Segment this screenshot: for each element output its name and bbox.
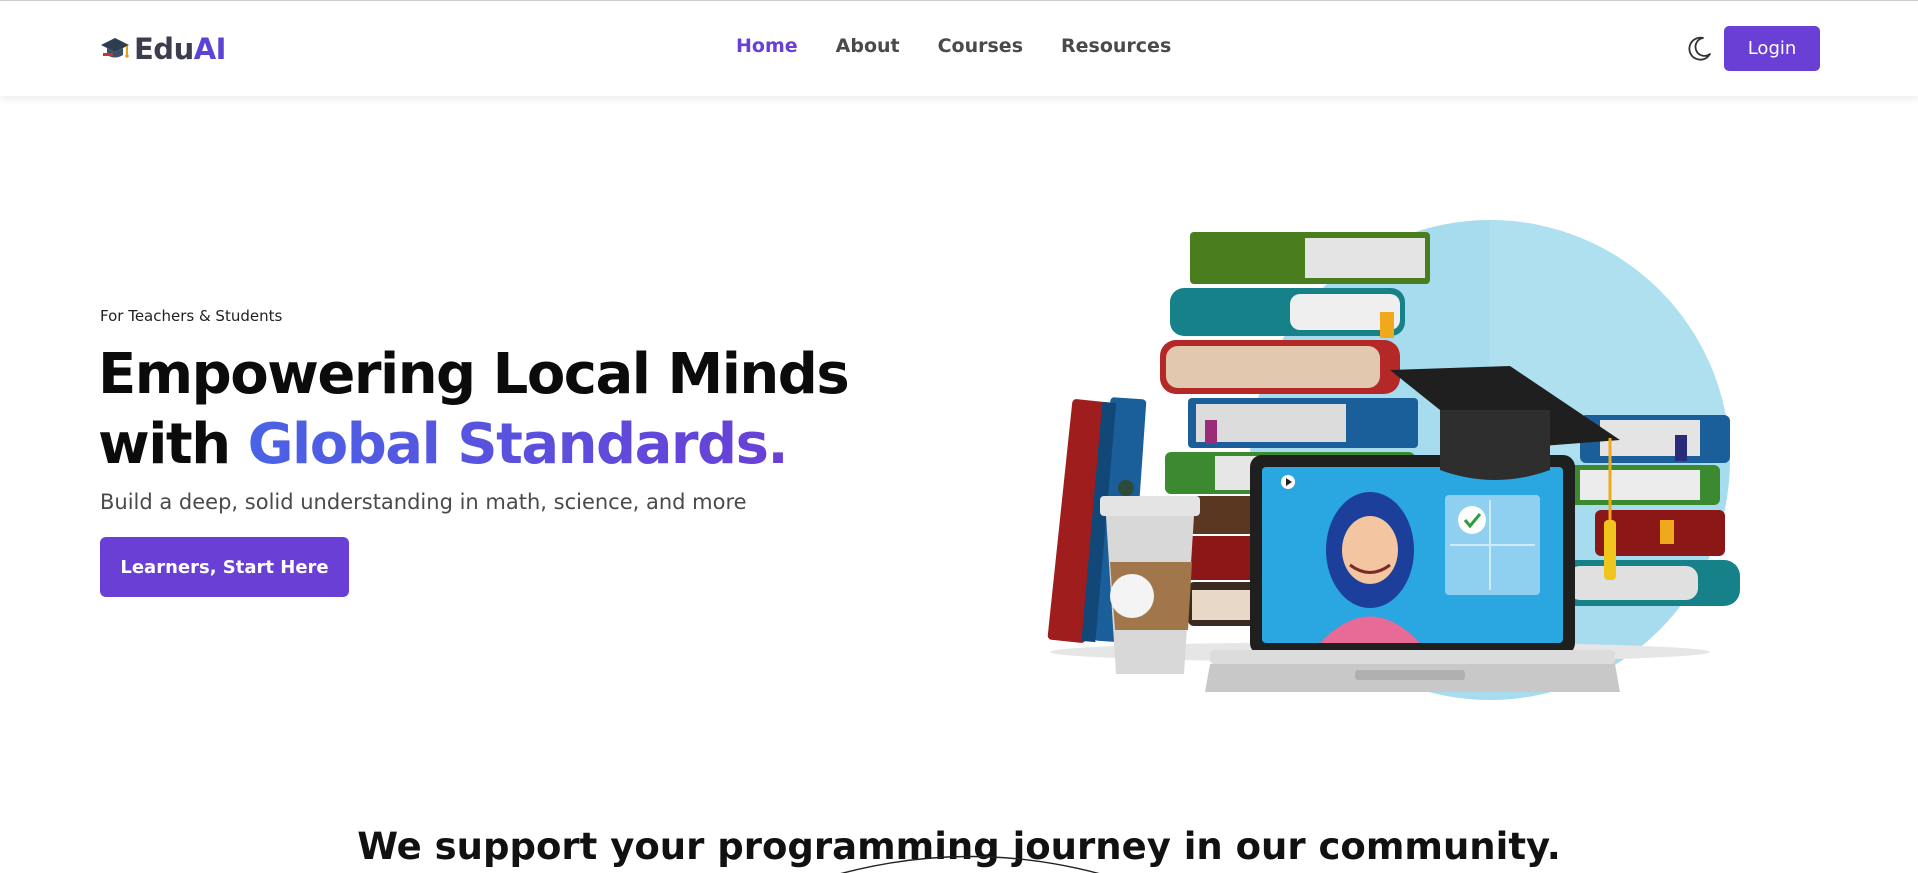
brand-logo[interactable]: EduAI [100, 29, 226, 69]
navbar: EduAI Home About Courses Resources Login [0, 1, 1918, 96]
hero-tagline: For Teachers & Students [100, 307, 283, 325]
graduation-cap-icon [100, 36, 130, 62]
hero-illustration [1020, 220, 1760, 720]
nav-courses[interactable]: Courses [938, 35, 1023, 57]
brand-name-ai: AI [193, 32, 227, 66]
nav-home[interactable]: Home [736, 35, 798, 57]
headline-line2-prefix: with [98, 412, 248, 477]
headline-line1: Empowering Local Minds [98, 342, 850, 407]
brand-name: EduAI [134, 32, 226, 66]
hero-subtitle: Build a deep, solid understanding in mat… [100, 490, 747, 514]
nav-resources[interactable]: Resources [1061, 35, 1171, 57]
moon-icon[interactable] [1684, 34, 1714, 64]
learners-start-button[interactable]: Learners, Start Here [100, 537, 349, 597]
coffee-cup-icon [1100, 480, 1200, 674]
nav-about[interactable]: About [836, 35, 900, 57]
brand-name-edu: Edu [134, 32, 194, 66]
laptop-icon [1205, 455, 1620, 692]
decorative-curve [840, 855, 1100, 873]
headline-accent: Global Standards. [247, 412, 789, 477]
login-button[interactable]: Login [1724, 26, 1820, 71]
hero-headline: Empowering Local Minds with Global Stand… [98, 340, 918, 480]
main-nav: Home About Courses Resources [736, 35, 1209, 57]
